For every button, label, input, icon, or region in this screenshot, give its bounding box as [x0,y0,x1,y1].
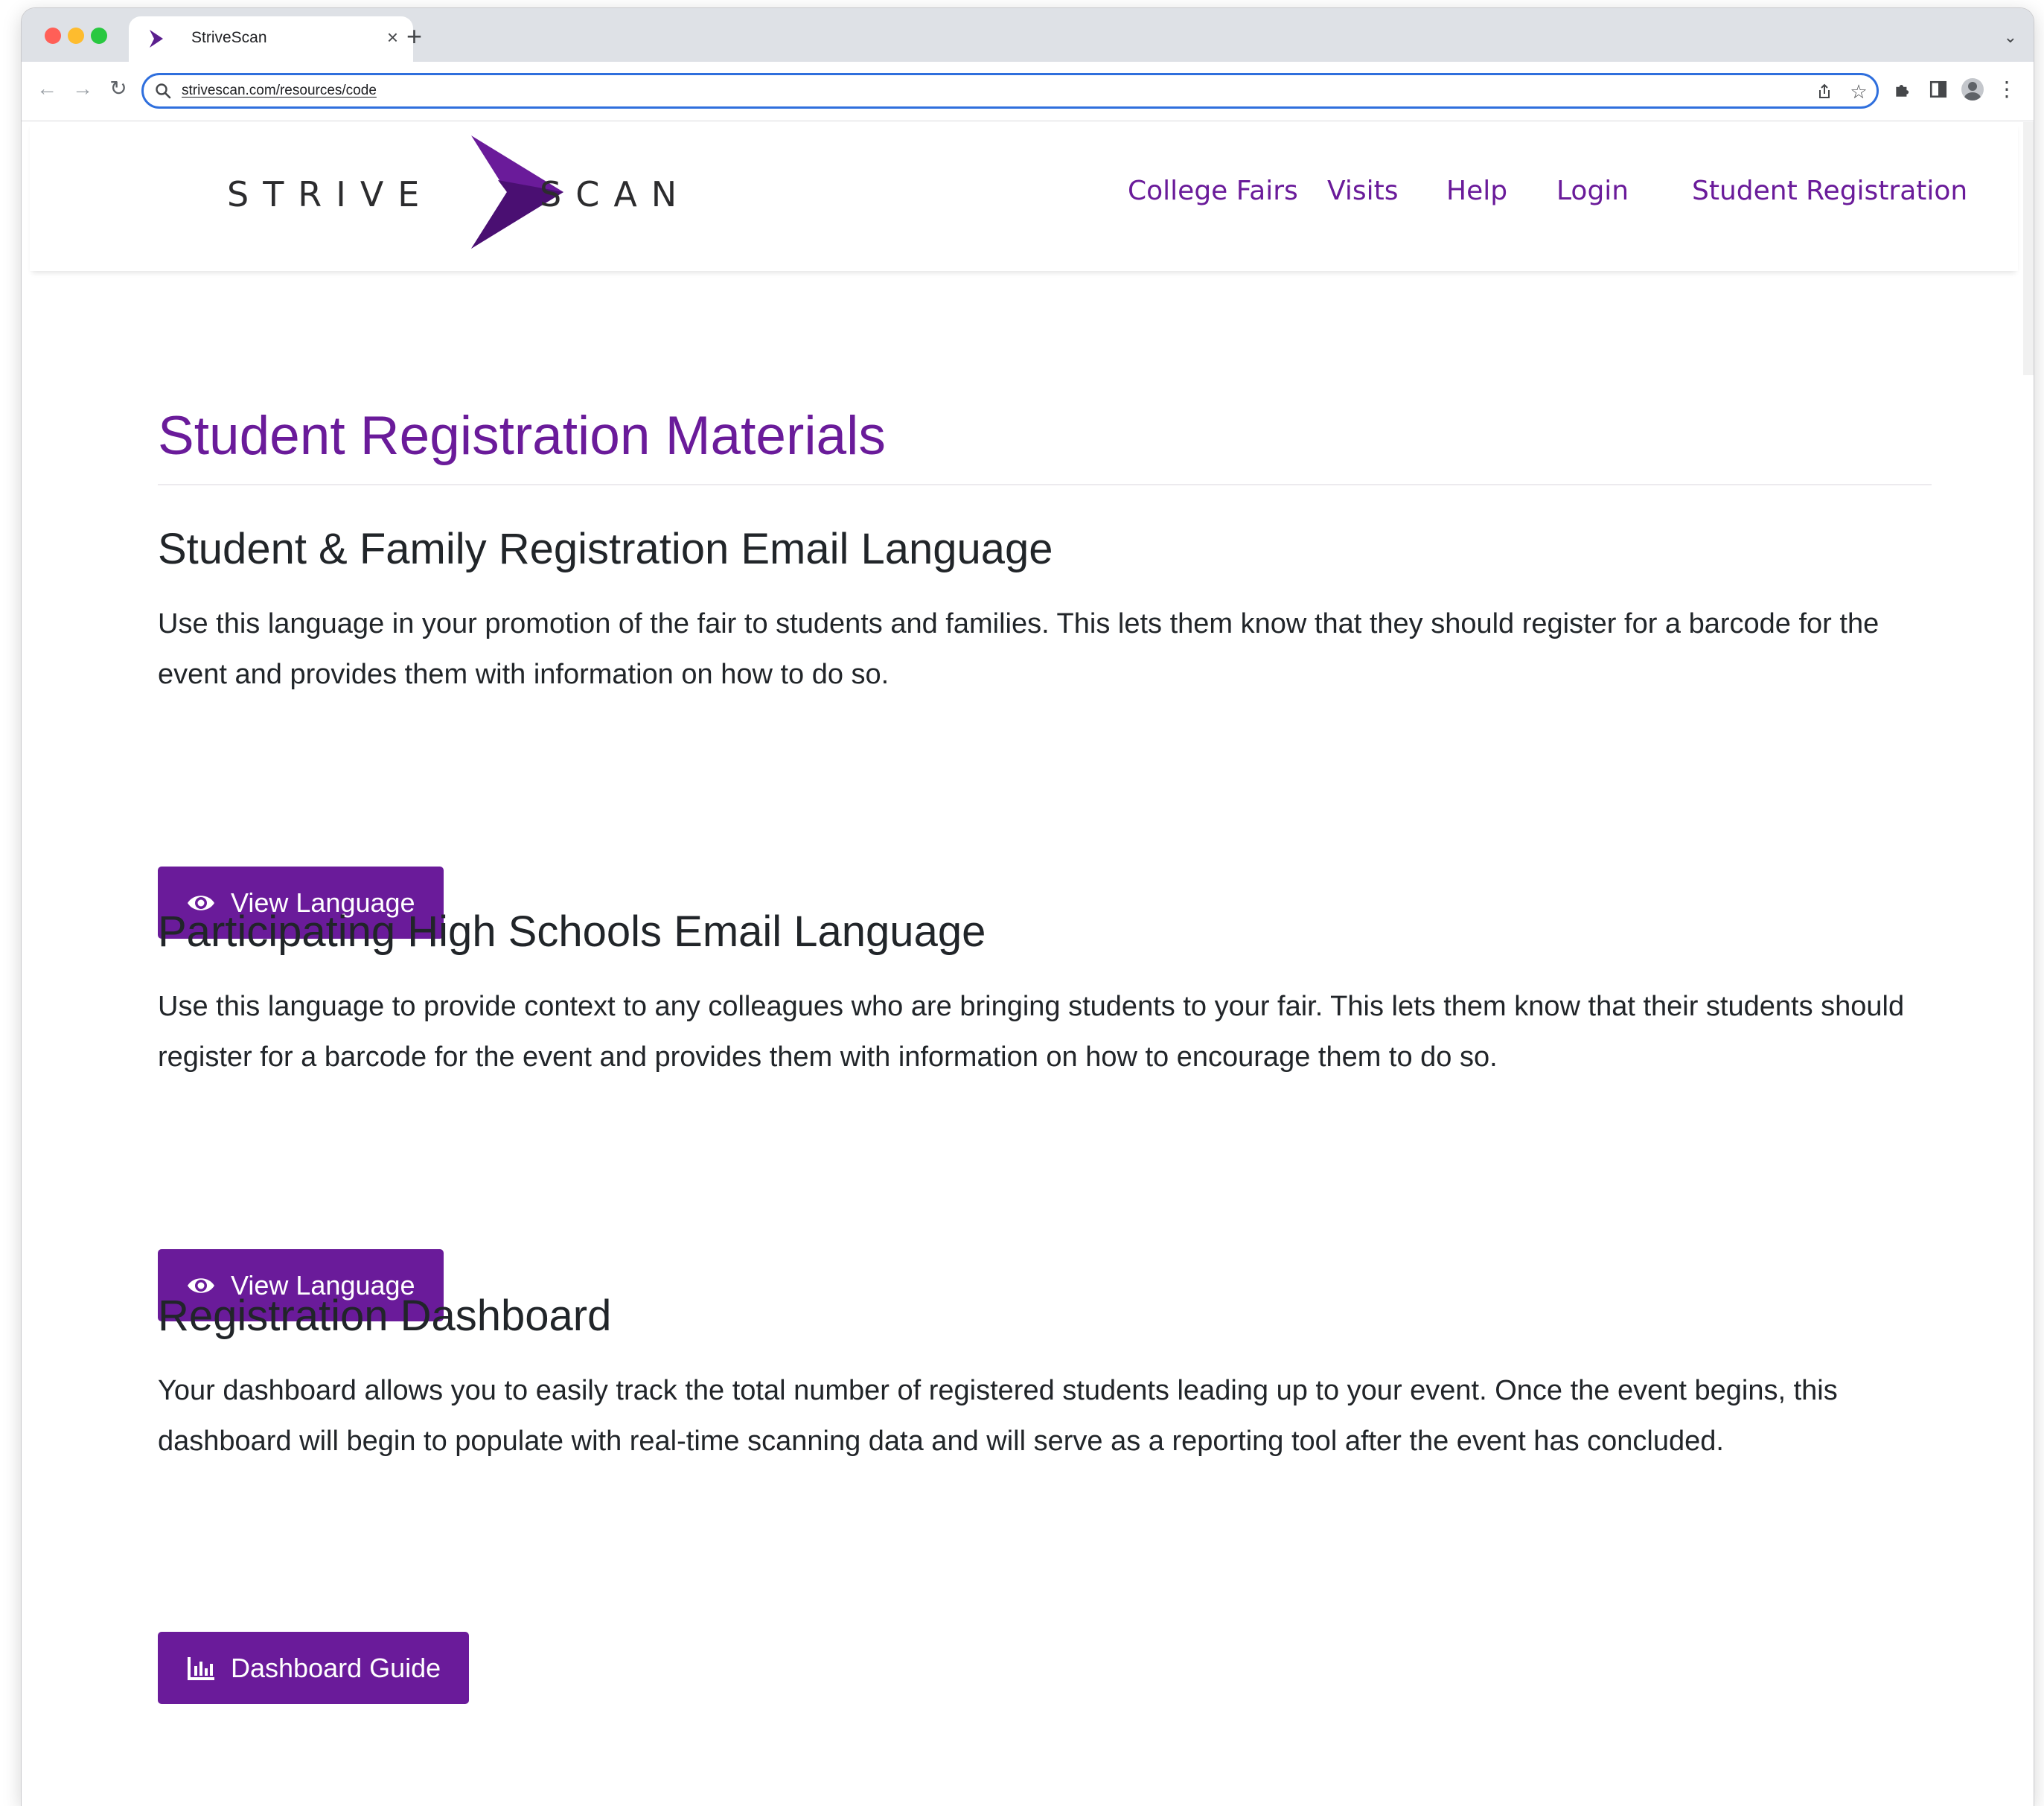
logo-text-scan: SCAN [540,174,692,214]
profile-avatar-icon[interactable] [1960,77,1985,102]
logo-text-strive: STRIVE [227,174,434,214]
nav-college-fairs[interactable]: College Fairs [1128,176,1298,206]
dashboard-guide-button[interactable]: Dashboard Guide [158,1632,470,1704]
address-bar-url[interactable]: strivescan.com/resources/code [182,83,377,99]
close-window-button[interactable] [45,28,61,44]
browser-toolbar: ← → ↻ strivescan.com/resources/code ☆ ⋮ [22,62,2034,121]
share-icon[interactable] [1814,81,1835,102]
extensions-puzzle-icon[interactable] [1890,77,1915,102]
bar-chart-icon [188,1657,214,1680]
tab-search-menu-icon[interactable]: ⌄ [2004,28,2017,47]
more-menu-icon[interactable]: ⋮ [1994,77,2019,102]
section-student-family-email: Student & Family Registration Email Lang… [158,524,1932,700]
side-panel-icon[interactable] [1926,77,1951,102]
section-body: Use this language to provide context to … [158,991,1905,1073]
section-registration-dashboard: Registration Dashboard Your dashboard al… [158,1291,1932,1467]
minimize-window-button[interactable] [68,28,84,44]
browser-window: StriveScan × + ⌄ ← → ↻ strivescan.com/re… [22,8,2034,1806]
address-bar[interactable]: strivescan.com/resources/code ☆ [141,73,1879,109]
nav-visits[interactable]: Visits [1327,176,1398,206]
forward-button[interactable]: → [69,75,96,102]
search-icon [156,83,171,99]
strivescan-logo[interactable]: STRIVE SCAN [227,135,703,251]
site-header: STRIVE SCAN College Fairs Visits Help Lo… [30,122,2018,271]
reload-button[interactable]: ↻ [105,75,132,102]
tab-title: StriveScan [191,29,267,46]
back-button[interactable]: ← [33,75,60,102]
web-page: STRIVE SCAN College Fairs Visits Help Lo… [22,122,2034,1806]
strivescan-chevron-icon [150,30,163,48]
title-divider [158,484,1932,485]
nav-student-registration[interactable]: Student Registration [1692,176,1967,206]
section-high-schools-email: Participating High Schools Email Languag… [158,907,1932,1082]
zoom-window-button[interactable] [91,28,107,44]
bookmark-star-icon[interactable]: ☆ [1848,81,1869,102]
page-title: Student Registration Materials [158,406,886,466]
section-heading: Student & Family Registration Email Lang… [158,525,1053,573]
section-heading: Participating High Schools Email Languag… [158,907,986,956]
nav-help[interactable]: Help [1446,176,1507,206]
browser-tab[interactable]: StriveScan × [129,16,413,62]
profile-avatar [1961,78,1984,100]
new-tab-button[interactable]: + [406,23,422,50]
tab-strip: StriveScan × + ⌄ [22,8,2034,62]
page-scrollbar[interactable] [2023,122,2034,375]
section-heading: Registration Dashboard [158,1292,612,1340]
section-body: Your dashboard allows you to easily trac… [158,1375,1838,1457]
nav-login[interactable]: Login [1556,176,1629,206]
button-label: Dashboard Guide [231,1653,441,1683]
tab-close-icon[interactable]: × [387,25,398,49]
section-body: Use this language in your promotion of t… [158,608,1879,690]
